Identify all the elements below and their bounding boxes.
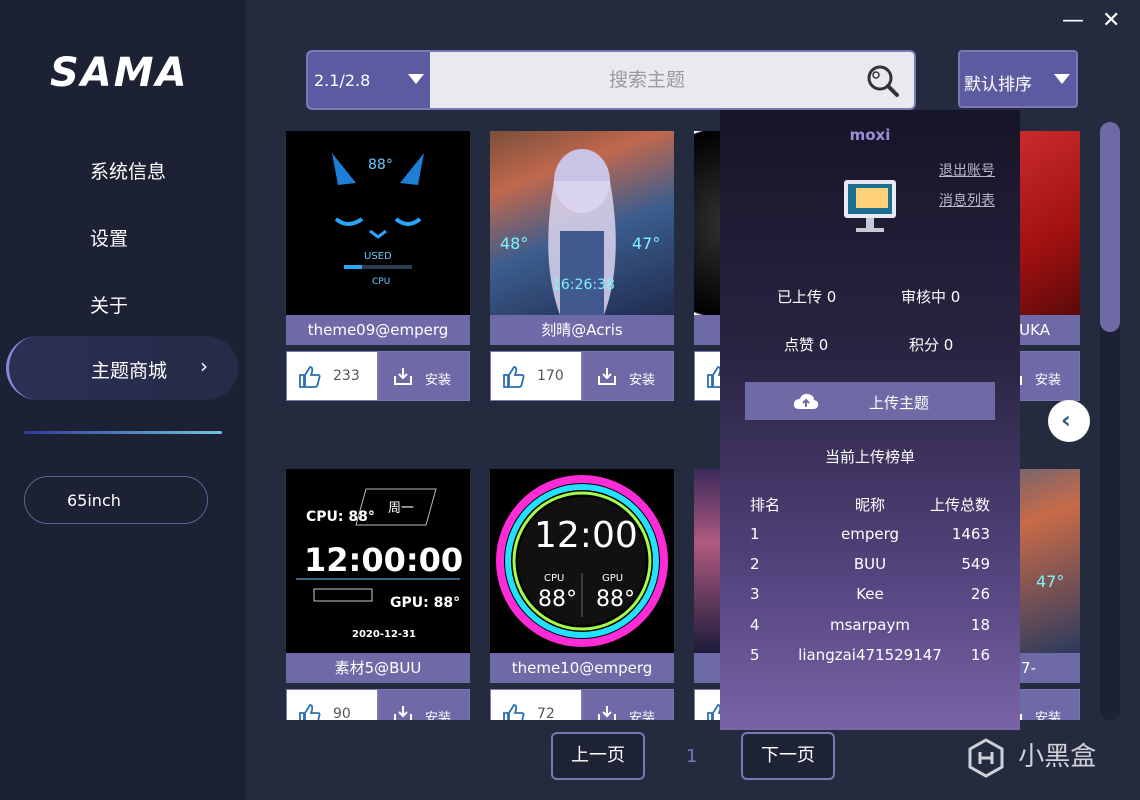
chevron-right-icon: › [200,354,208,378]
like-count: 233 [333,368,360,384]
cpu-readout: CPU: 88° [306,509,375,525]
page-number: 1 [686,746,698,767]
monitor-icon [842,178,898,240]
messages-link[interactable]: 消息列表 [939,190,995,210]
scrollbar-thumb[interactable] [1100,122,1120,332]
thumbs-up-icon [503,366,525,388]
ranking-row: 4 msarpaym 18 [750,616,990,642]
chevron-left-icon: ‹ [1061,406,1071,434]
date-readout: 2020-12-31 [352,629,416,640]
gpu-label: GPU [602,573,624,584]
total-cell: 26 [970,585,990,603]
user-panel: moxi 退出账号 消息列表 已上传 0 审核中 0 点赞 0 积分 0 上传主… [720,110,1020,730]
username: moxi [849,126,891,144]
sort-dropdown[interactable]: 默认排序 [958,50,1078,108]
caret-down-icon [1054,74,1070,84]
prev-page-button[interactable]: 上一页 [551,732,645,780]
search-bar: 2.1/2.8 [306,50,916,110]
svg-text:16:26:38: 16:26:38 [552,277,615,293]
points-count: 积分 0 [909,336,954,354]
sidebar-item-theme-store[interactable]: 主题商城 › [6,336,238,400]
ranking-row: 2 BUU 549 [750,555,990,581]
theme-thumbnail[interactable]: 48° 47° 16:26:38 [490,131,674,315]
watermark: 小黑盒 [968,736,1096,778]
ranking-row: 1 emperg 1463 [750,525,990,551]
cpu-label: CPU [372,277,391,287]
svg-text:48°: 48° [500,234,528,253]
name-cell: msarpaym [830,616,910,634]
theme-title: 素材5@BUU [286,653,470,683]
header-total: 上传总数 [929,496,990,514]
install-label: 安装 [1035,373,1062,388]
svg-text:47°: 47° [632,234,660,253]
upload-theme-button[interactable]: 上传主题 [745,382,995,420]
device-selector[interactable]: 65inch [24,476,208,524]
total-cell: 1463 [951,525,990,543]
version-value: 2.1/2.8 [314,71,371,90]
next-page-button[interactable]: 下一页 [741,732,835,780]
used-label: USED [364,251,392,262]
heybox-logo-icon [968,737,1004,778]
name-cell: liangzai471529147 [798,646,942,664]
weekday-label: 周一 [388,501,415,516]
name-cell: BUU [853,555,887,573]
app-logo: SAMA [50,50,189,96]
total-cell: 18 [970,616,990,634]
thumbs-up-icon [299,366,321,388]
uploaded-count: 已上传 0 [777,288,837,306]
gpu-readout: GPU: 88° [390,595,461,611]
cloud-upload-icon [793,393,819,409]
gpu-readout: 88° [596,587,635,612]
install-label: 安装 [629,373,656,388]
reviewing-count: 审核中 0 [901,288,961,306]
total-cell: 549 [961,555,990,573]
temp-readout: 88° [368,157,393,173]
sidebar-item-about[interactable]: 关于 [90,291,128,318]
name-cell: Kee [856,585,884,603]
search-input[interactable] [432,52,862,108]
total-cell: 16 [970,646,990,664]
theme-thumbnail[interactable]: 12:00 CPU GPU 88° 88° [490,469,674,653]
theme-title: theme10@emperg [490,653,674,683]
minimize-button[interactable]: — [1062,8,1084,33]
clock-readout: 12:00:00 [304,541,464,579]
theme-title: theme09@emperg [286,315,470,345]
ranking-row: 3 Kee 26 [750,585,990,611]
theme-title: 刻晴@Acris [490,315,674,345]
collapse-panel-button[interactable]: ‹ [1048,400,1090,442]
like-button[interactable]: 170 [490,351,582,401]
install-button[interactable]: 安装 [582,351,674,401]
upload-label: 上传主题 [869,394,930,412]
cpu-label: CPU [544,573,565,584]
like-count: 170 [537,368,564,384]
download-icon [394,368,412,385]
ranking-title: 当前上传榜单 [824,448,915,466]
logout-link[interactable]: 退出账号 [939,160,995,180]
sort-value: 默认排序 [964,75,1032,95]
watermark-text: 小黑盒 [1018,742,1097,772]
sidebar-item-settings[interactable]: 设置 [90,224,128,251]
divider [24,431,222,434]
theme-thumbnail[interactable]: 88° USED CPU [286,131,470,315]
svg-text:47°: 47° [1036,572,1064,591]
theme-thumbnail[interactable]: CPU: 88° 周一 12:00:00 GPU: 88° 2020-12-31 [286,469,470,653]
ranking-row: 5 liangzai471529147 16 [750,646,990,672]
ranking-header: 排名 昵称 上传总数 [750,494,990,520]
install-label: 安装 [425,373,452,388]
sidebar: SAMA 系统信息 设置 关于 主题商城 › 65inch [0,0,246,800]
install-button[interactable]: 安装 [378,351,470,401]
caret-down-icon [408,74,424,84]
sidebar-item-label: 主题商城 [91,360,168,382]
sidebar-item-system-info[interactable]: 系统信息 [90,157,166,184]
close-button[interactable]: ✕ [1102,8,1120,33]
version-dropdown[interactable]: 2.1/2.8 [308,52,430,108]
like-button[interactable]: 233 [286,351,378,401]
download-icon [598,368,616,385]
cpu-readout: 88° [538,587,577,612]
search-icon[interactable] [866,64,900,102]
likes-count: 点赞 0 [784,336,829,354]
clock-readout: 12:00 [534,515,638,556]
